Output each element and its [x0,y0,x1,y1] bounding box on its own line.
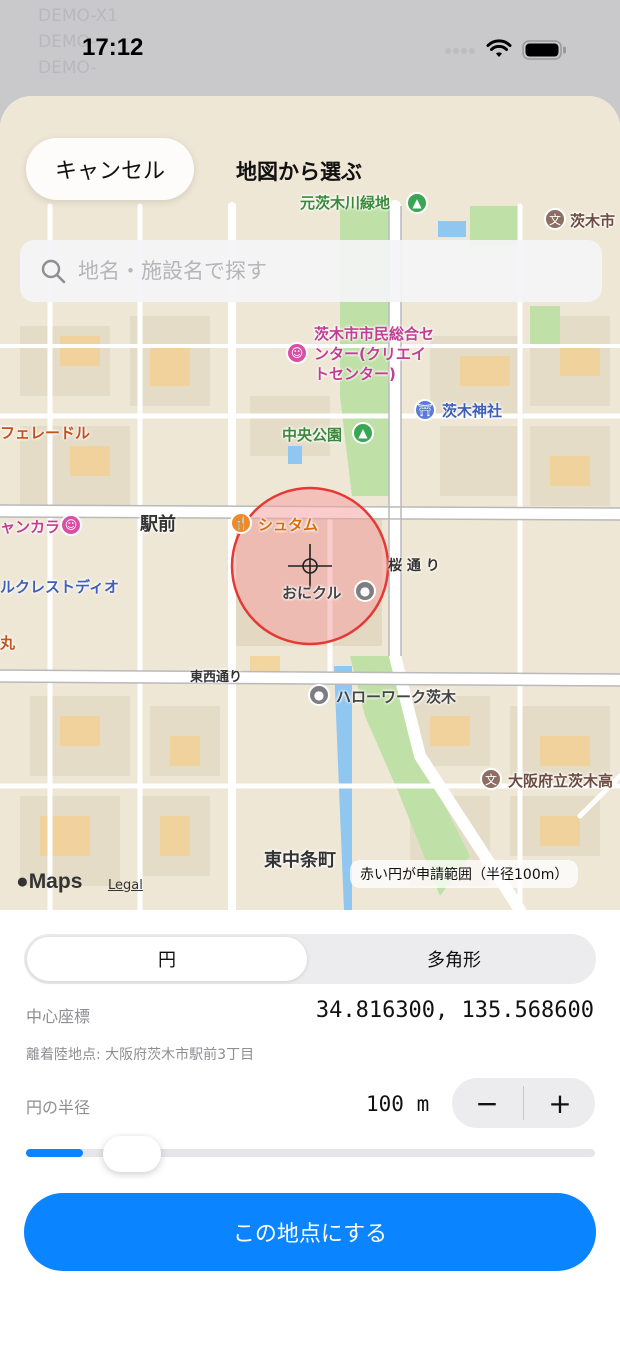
stepper-divider [523,1086,524,1120]
poi-label: ャンカラ [0,518,61,536]
road-label: 桜 通 り [388,558,440,574]
shape-circle-tab[interactable]: 円 [27,937,307,981]
wifi-icon [486,39,512,57]
apple-logo-icon: ● [16,870,29,893]
radius-note: 赤い円が申請範囲（半径100m） [350,860,579,888]
poi-label: ハローワーク茨木 [336,688,457,706]
radius-slider-thumb[interactable] [103,1136,161,1172]
restaurant-icon: 🍴 [230,512,252,534]
center-coordinates: 34.816300, 135.568600 [315,998,594,1023]
radius-slider-fill [26,1149,83,1157]
location-pin-icon: ● [308,684,330,706]
radius-value: 100 m [366,1092,430,1116]
shrine-icon: ⛩ [414,399,436,421]
poi-label: 茨木市 [570,212,616,230]
search-input[interactable] [76,258,580,284]
tree-icon: ▲ [352,422,374,444]
cancel-button[interactable]: キャンセル [26,138,194,200]
radius-stepper: − + [452,1078,595,1128]
radius-decrement-button[interactable]: − [452,1078,522,1128]
poi-label: 茨木市市民総合セ ンター(クリエイ トセンター) [314,325,435,383]
poi-label: 茨木神社 [442,402,503,420]
battery-icon [522,40,566,60]
theater-icon: ☺ [286,342,308,364]
poi-label: シュタム [258,516,319,534]
theater-icon: ☺ [60,514,82,536]
road-label: 東西通り [190,670,243,685]
status-bar: 17:12 [0,0,620,96]
shape-selector: 円 多角形 [24,934,596,984]
sheet-title: 地図から選ぶ [236,160,362,184]
poi-label: おにクル [282,584,342,602]
area-label: 東中条町 [264,850,336,871]
poi-label: ルクレストディオ [0,578,119,596]
shape-polygon-tab[interactable]: 多角形 [314,937,594,981]
area-label: 駅前 [140,514,176,535]
tree-icon: ▲ [406,192,428,214]
location-pin-icon: ● [354,580,376,602]
radius-increment-button[interactable]: + [525,1078,595,1128]
radius-label: 円の半径 [26,1098,91,1117]
maps-logo: ●Maps [16,870,83,893]
school-icon: 文 [480,768,502,790]
map-view[interactable]: 元茨木川緑地 ▲ 文 茨木市 ☺ 茨木市市民総合セ ンター(クリエイ トセンター… [0,96,620,910]
poi-label: 大阪府立茨木高 [508,772,614,790]
school-icon: 文 [544,208,566,230]
poi-label: フェレードル [0,424,91,442]
search-icon [41,259,66,284]
status-time: 17:12 [82,34,144,61]
confirm-location-button[interactable]: この地点にする [24,1193,596,1271]
takeoff-address: 離着陸地点: 大阪府茨木市駅前3丁目 [26,1047,255,1063]
legal-link[interactable]: Legal [108,878,143,893]
search-bar[interactable] [20,240,602,302]
poi-label: 元茨木川緑地 [300,194,391,212]
center-label: 中心座標 [26,1007,91,1026]
signal-icon [445,48,475,54]
poi-label: 中央公園 [282,426,343,444]
poi-label: 丸 [0,634,16,652]
location-picker-sheet: 元茨木川緑地 ▲ 文 茨木市 ☺ 茨木市市民総合セ ンター(クリエイ トセンター… [0,96,620,1348]
